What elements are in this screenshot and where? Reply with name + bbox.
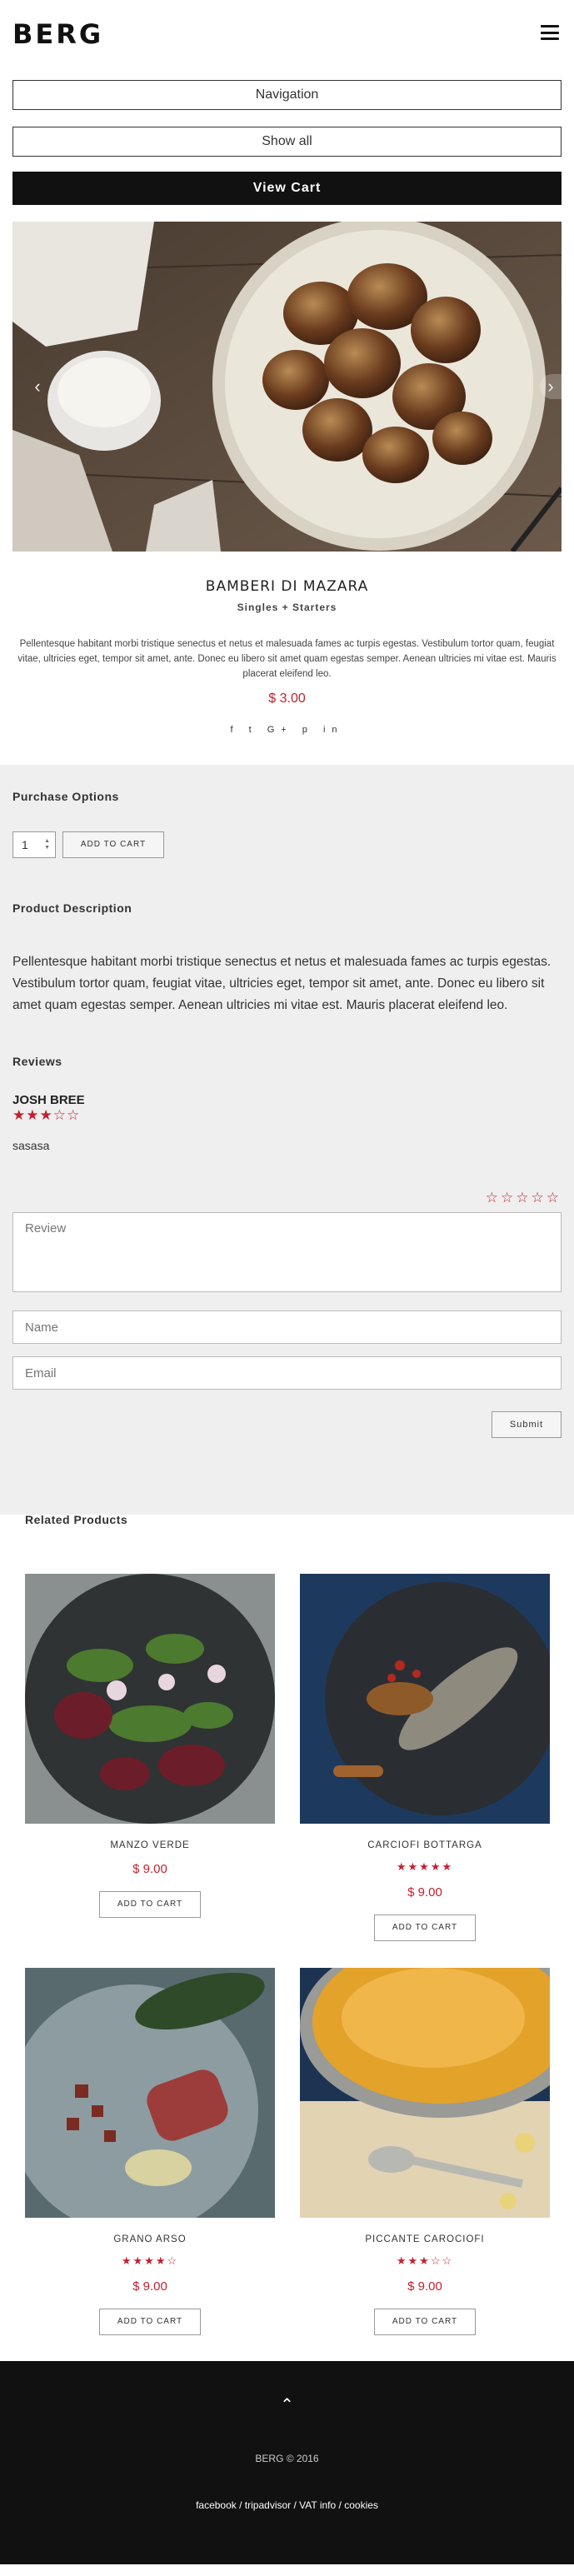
add-to-cart-button[interactable]: ADD TO CART	[99, 1891, 201, 1918]
tripadvisor-link[interactable]: tripadvisor	[245, 2499, 291, 2511]
reviews-heading: Reviews	[12, 1055, 62, 1068]
chevron-right-icon[interactable]: ›	[540, 374, 562, 399]
submit-button[interactable]: Submit	[492, 1411, 562, 1438]
view-cart-button[interactable]: View Cart	[12, 172, 562, 205]
show-all-button[interactable]: Show all	[12, 127, 562, 157]
related-products-heading: Related Products	[25, 1513, 128, 1526]
product-card[interactable]: MANZO VERDE $ 9.00 ADD TO CART	[25, 1574, 275, 1918]
email-input[interactable]	[12, 1356, 562, 1390]
product-price: $ 3.00	[268, 691, 306, 706]
product-card[interactable]: GRANO ARSO ★★★★☆ $ 9.00 ADD TO CART	[25, 1968, 275, 2335]
quantity-value: 1	[22, 838, 28, 851]
stepper-arrows-icon[interactable]: ▲ ▼	[44, 838, 50, 851]
product-image-slider[interactable]: ‹ ›	[12, 222, 562, 552]
product-title: BAMBERI DI MAZARA	[205, 578, 369, 595]
product-image[interactable]	[25, 1968, 275, 2218]
name-input[interactable]	[12, 1310, 562, 1344]
site-footer: ⌃ BERG © 2016 facebook / tripadvisor / V…	[0, 2361, 574, 2564]
product-card[interactable]: CARCIOFI BOTTARGA ★★★★★ $ 9.00 ADD TO CA…	[300, 1574, 550, 1941]
product-price: $ 9.00	[132, 2279, 167, 2294]
facebook-link[interactable]: facebook	[196, 2499, 237, 2511]
navigation-button[interactable]: Navigation	[12, 80, 562, 110]
product-photo	[12, 222, 562, 552]
product-image[interactable]	[300, 1968, 550, 2218]
linkedin-icon[interactable]: in	[323, 725, 344, 735]
product-name[interactable]: MANZO VERDE	[25, 1840, 275, 1850]
social-share: f t G+ p in	[0, 725, 574, 735]
chevron-up-icon[interactable]: ⌃	[0, 2394, 574, 2415]
product-category[interactable]: Singles + Starters	[0, 602, 574, 613]
review-rating-stars: ★★★☆☆	[12, 1107, 81, 1123]
review-text: sasasa	[12, 1139, 50, 1152]
product-description-heading: Product Description	[12, 901, 132, 915]
product-price: $ 9.00	[407, 1885, 442, 1900]
purchase-options-heading: Purchase Options	[12, 790, 119, 803]
product-name[interactable]: GRANO ARSO	[25, 2234, 275, 2244]
add-to-cart-button[interactable]: ADD TO CART	[62, 831, 164, 858]
footer-links: facebook / tripadvisor / VAT info / cook…	[196, 2499, 378, 2511]
product-price: $ 9.00	[132, 1862, 167, 1876]
product-rating-stars: ★★★★★	[396, 1860, 454, 1873]
logo[interactable]: BERG	[12, 18, 103, 50]
add-to-cart-button[interactable]: ADD TO CART	[99, 2309, 201, 2335]
review-textarea[interactable]	[12, 1212, 562, 1292]
product-rating-stars: ★★★★☆	[121, 2254, 179, 2267]
cookies-link[interactable]: cookies	[344, 2499, 378, 2511]
quantity-stepper[interactable]: 1 ▲ ▼	[12, 831, 56, 858]
hamburger-icon[interactable]	[541, 25, 559, 40]
product-card[interactable]: PICCANTE CAROCIOFI ★★★☆☆ $ 9.00 ADD TO C…	[300, 1968, 550, 2335]
product-image[interactable]	[25, 1574, 275, 1824]
pinterest-icon[interactable]: p	[302, 725, 314, 735]
twitter-icon[interactable]: t	[249, 725, 258, 735]
vat-info-link[interactable]: VAT info	[299, 2499, 336, 2511]
product-image[interactable]	[300, 1574, 550, 1824]
site-header: BERG	[0, 0, 574, 70]
copyright: BERG © 2016	[255, 2453, 319, 2464]
product-name[interactable]: PICCANTE CAROCIOFI	[300, 2234, 550, 2244]
product-name[interactable]: CARCIOFI BOTTARGA	[300, 1840, 550, 1850]
google-plus-icon[interactable]: G+	[267, 725, 293, 735]
add-to-cart-button[interactable]: ADD TO CART	[374, 1915, 476, 1941]
add-to-cart-button[interactable]: ADD TO CART	[374, 2309, 476, 2335]
product-rating-stars: ★★★☆☆	[396, 2254, 454, 2267]
chevron-left-icon[interactable]: ‹	[25, 374, 50, 399]
review-author: JOSH BREE	[12, 1093, 85, 1107]
related-products: Related Products MANZO VERDE $ 9.00 ADD …	[0, 1513, 574, 2361]
product-details-panel: Purchase Options 1 ▲ ▼ ADD TO CART Produc…	[0, 765, 574, 1515]
product-description-text: Pellentesque habitant morbi tristique se…	[12, 955, 552, 1012]
product-price: $ 9.00	[407, 2279, 442, 2294]
rating-input-stars[interactable]: ☆☆☆☆☆	[486, 1190, 562, 1206]
product-short-description: Pellentesque habitant morbi tristique se…	[17, 639, 557, 679]
facebook-icon[interactable]: f	[230, 725, 239, 735]
